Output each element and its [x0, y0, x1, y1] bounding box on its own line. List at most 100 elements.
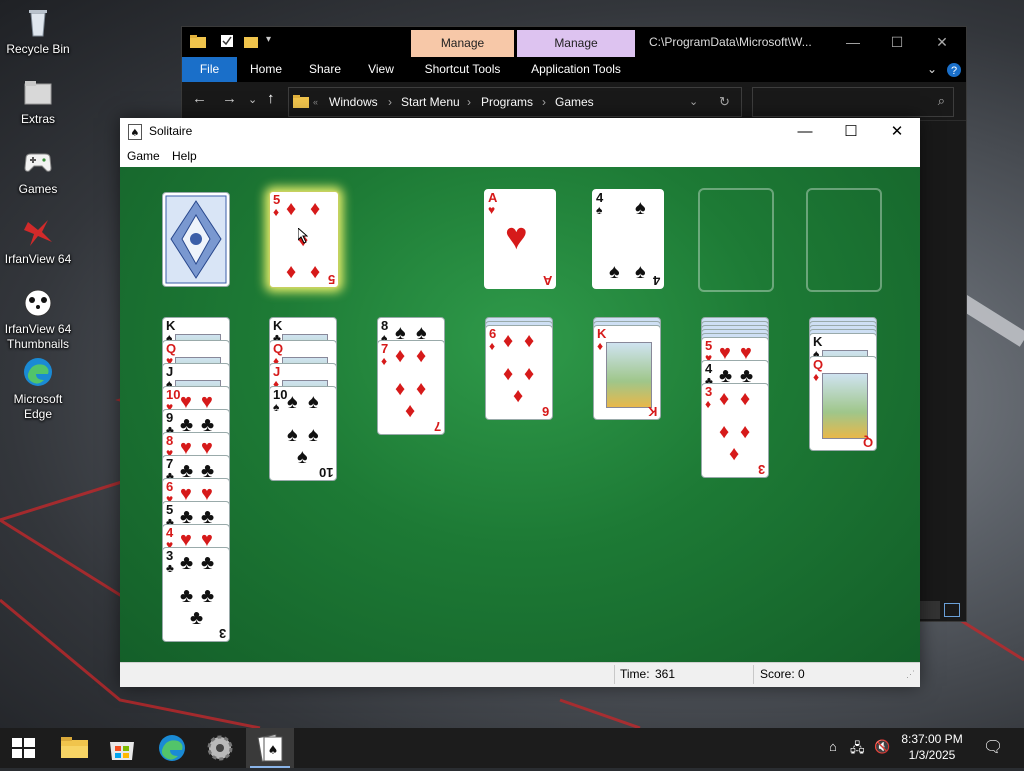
- tab-application-tools[interactable]: Application Tools: [517, 57, 635, 82]
- card-rank: 10: [318, 465, 333, 480]
- breadcrumb-start-menu[interactable]: Start Menu: [401, 88, 460, 116]
- back-arrow-icon[interactable]: ←: [192, 90, 207, 107]
- minimize-button[interactable]: —: [782, 118, 828, 145]
- desktop-icon-edge[interactable]: Microsoft Edge: [0, 356, 76, 422]
- tableau-card[interactable]: Q ♦ Q: [809, 356, 877, 451]
- forward-arrow-icon[interactable]: →: [222, 90, 237, 107]
- up-arrow-icon[interactable]: ↑: [267, 90, 275, 107]
- diamond-icon: ♦: [719, 388, 730, 410]
- tableau-card[interactable]: 6 ♦ ♦ ♦ 6 ♦ ♦ ♦: [485, 325, 553, 420]
- desktop-icon-label: Microsoft Edge: [13, 392, 63, 421]
- face-card-art: [606, 342, 652, 408]
- foundation-3-empty[interactable]: [698, 188, 774, 292]
- foundation-2[interactable]: 4 ♠ ♠ ♠ ♠ 4: [592, 189, 664, 289]
- volume-muted-icon[interactable]: 🔇: [874, 739, 890, 755]
- time-label: Time:: [620, 667, 650, 681]
- close-button[interactable]: ✕: [919, 27, 965, 57]
- tab-file[interactable]: File: [182, 57, 237, 82]
- desktop-icon-label: IrfanView 64 Thumbnails: [4, 322, 72, 351]
- recent-locations-icon[interactable]: ⌄: [248, 93, 257, 106]
- diamond-icon: ♦: [719, 421, 730, 443]
- expand-ribbon-icon[interactable]: ⌄: [922, 57, 942, 82]
- tableau-card[interactable]: 10 ♠ ♠ ♠ 10 ♠ ♠ ♠: [269, 386, 337, 481]
- close-button[interactable]: ✕: [874, 118, 920, 145]
- breadcrumb-windows[interactable]: Windows: [329, 88, 378, 116]
- desktop-icon-irfanview[interactable]: IrfanView 64: [0, 216, 76, 267]
- breadcrumb-programs[interactable]: Programs: [481, 88, 533, 116]
- foundation-4-empty[interactable]: [806, 188, 882, 292]
- tableau-card[interactable]: K ♦ K: [593, 325, 661, 420]
- tab-shortcut-tools[interactable]: Shortcut Tools: [411, 57, 514, 82]
- chevron-right-icon[interactable]: ›: [388, 88, 392, 116]
- diamond-icon: ♦: [395, 378, 406, 400]
- folder-icon: [22, 76, 54, 108]
- gamepad-icon: [22, 146, 54, 178]
- taskbar-edge[interactable]: [148, 728, 196, 768]
- taskbar-file-explorer[interactable]: [50, 728, 98, 768]
- usb-icon[interactable]: ⌂: [829, 739, 837, 754]
- solitaire-window[interactable]: ♠ Solitaire — ☐ ✕ Game Help 5 ♦ ♦ ♦ ♦ ♦ …: [120, 118, 920, 687]
- address-bar[interactable]: « Windows › Start Menu › Programs › Game…: [288, 87, 742, 117]
- start-button[interactable]: [0, 728, 48, 768]
- network-icon[interactable]: 🖧: [850, 739, 865, 761]
- foundation-1[interactable]: A ♥ ♥ A: [484, 189, 556, 289]
- help-icon[interactable]: ?: [945, 57, 963, 82]
- desktop-icon-extras[interactable]: Extras: [0, 76, 76, 127]
- customize-quick-access-icon[interactable]: ▾: [266, 34, 280, 48]
- menu-bar: Game Help: [120, 145, 920, 167]
- chevron-right-icon[interactable]: ›: [542, 88, 546, 116]
- minimize-button[interactable]: —: [830, 27, 876, 57]
- chevron-right-icon[interactable]: ›: [467, 88, 471, 116]
- card-rank: 7: [433, 419, 441, 434]
- tableau-card[interactable]: 3 ♦ ♦ ♦ 3 ♦ ♦ ♦: [701, 383, 769, 478]
- taskbar-store[interactable]: [98, 728, 146, 768]
- store-icon: [110, 742, 134, 760]
- taskbar-settings[interactable]: [196, 728, 244, 768]
- svg-text:?: ?: [951, 65, 957, 77]
- desktop-icon-games[interactable]: Games: [0, 146, 76, 197]
- tab-view[interactable]: View: [359, 57, 403, 82]
- waste-card[interactable]: 5 ♦ ♦ ♦ ♦ ♦ ♦ 5: [269, 191, 339, 288]
- diamond-icon: ♦: [597, 339, 604, 353]
- search-input[interactable]: ⌕: [752, 87, 954, 117]
- stock-pile[interactable]: [162, 192, 230, 287]
- club-icon: ♣: [180, 585, 194, 607]
- clock[interactable]: 8:37:00 PM 1/3/2025: [892, 731, 972, 763]
- overflow-icon[interactable]: «: [313, 88, 318, 116]
- spade-icon: ♠: [308, 391, 319, 413]
- diamond-icon: ♦: [740, 421, 751, 443]
- clock-date: 1/3/2025: [908, 748, 956, 762]
- diamond-icon: ♦: [813, 370, 820, 384]
- tab-manage-application[interactable]: Manage: [517, 30, 635, 57]
- tableau-card[interactable]: 3 ♣ ♣ ♣ 3 ♣ ♣ ♣: [162, 547, 230, 642]
- desktop-icon-irfanview-thumbnails[interactable]: IrfanView 64 Thumbnails: [0, 286, 76, 352]
- heart-icon: ♥: [488, 203, 496, 217]
- refresh-icon[interactable]: ↻: [719, 88, 730, 116]
- tab-manage-shortcut[interactable]: Manage: [411, 30, 514, 57]
- new-folder-icon[interactable]: [244, 34, 258, 48]
- desktop-icon-recycle-bin[interactable]: Recycle Bin: [0, 6, 76, 57]
- maximize-button[interactable]: ☐: [828, 118, 874, 145]
- tableau-card[interactable]: 7 ♦ ♦ ♦ 7 ♦ ♦ ♦: [377, 340, 445, 435]
- properties-icon[interactable]: [220, 34, 234, 48]
- details-view-icon[interactable]: [920, 601, 940, 619]
- club-icon: ♣: [190, 607, 204, 629]
- explorer-title-bar[interactable]: ▾ Manage Manage C:\ProgramData\Microsoft…: [182, 27, 966, 57]
- breadcrumb-games[interactable]: Games: [555, 88, 594, 116]
- time-value: 361: [655, 667, 676, 681]
- tab-share[interactable]: Share: [300, 57, 350, 82]
- notifications-icon[interactable]: 🗨: [983, 737, 1003, 757]
- game-board: 5 ♦ ♦ ♦ ♦ ♦ ♦ 5 A ♥ ♥ A 4 ♠: [120, 167, 920, 662]
- spade-icon: ♠: [635, 197, 646, 219]
- menu-game[interactable]: Game: [127, 145, 160, 167]
- desktop-icon-label: Recycle Bin: [6, 42, 70, 56]
- ribbon-tabs: File Home Share View Shortcut Tools Appl…: [182, 57, 966, 82]
- address-dropdown-icon[interactable]: ⌄: [689, 88, 698, 116]
- solitaire-title-bar[interactable]: ♠ Solitaire — ☐ ✕: [120, 118, 920, 145]
- tab-home[interactable]: Home: [242, 57, 290, 82]
- taskbar-solitaire[interactable]: ♠: [246, 728, 294, 768]
- large-icons-view-icon[interactable]: [944, 603, 960, 617]
- menu-help[interactable]: Help: [172, 145, 197, 167]
- resize-grip-icon[interactable]: ⋰: [906, 663, 915, 685]
- maximize-button[interactable]: ☐: [874, 27, 920, 57]
